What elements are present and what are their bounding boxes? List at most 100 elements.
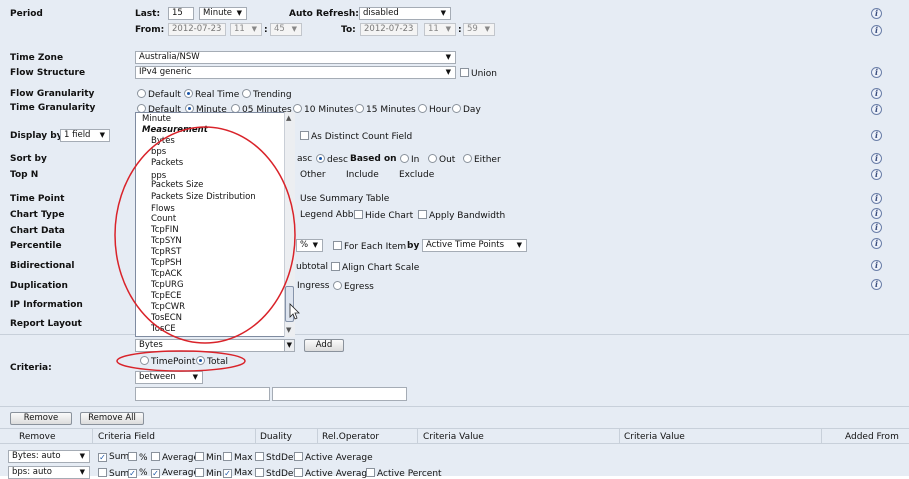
help-icon[interactable]: i: [871, 88, 882, 99]
subtotal-checkbox[interactable]: ubtotal: [296, 262, 328, 272]
based-on-either[interactable]: Either: [463, 154, 501, 165]
criteria-field-dropdown-list[interactable]: Minute Measurement Bytes bps Packets pps…: [135, 112, 295, 337]
criteria-field-select[interactable]: Bytes ▼: [135, 339, 295, 352]
criteria-value-1-input[interactable]: [135, 387, 270, 401]
tg-10-minutes[interactable]: 10 Minutes: [293, 104, 354, 115]
row1-max-checkbox[interactable]: Max: [223, 452, 253, 463]
help-icon[interactable]: i: [871, 25, 882, 36]
dropdown-option[interactable]: TcpSYN: [151, 236, 182, 246]
top-n-exclude[interactable]: Exclude: [399, 170, 434, 180]
help-icon[interactable]: i: [871, 238, 882, 249]
ingress-radio[interactable]: Ingress: [297, 281, 330, 291]
row1-active-average-checkbox[interactable]: Active Average: [294, 452, 373, 463]
time-zone-select[interactable]: Australia/NSW ▼: [135, 51, 456, 64]
row1-min-checkbox[interactable]: Min: [195, 452, 222, 463]
for-each-item-checkbox[interactable]: For Each Item: [333, 241, 406, 252]
tg-hour[interactable]: Hour: [418, 104, 451, 115]
dropdown-option[interactable]: Bytes: [151, 136, 175, 146]
dropdown-option[interactable]: TcpRST: [151, 247, 181, 257]
dropdown-option[interactable]: TosCE: [151, 324, 176, 334]
align-chart-scale-checkbox[interactable]: Align Chart Scale: [331, 262, 419, 273]
from-date-input[interactable]: 2012-07-23: [168, 23, 226, 36]
help-icon[interactable]: i: [871, 208, 882, 219]
sort-asc-radio[interactable]: asc: [297, 154, 312, 164]
row1-sum-checkbox[interactable]: ✓ Sum: [98, 452, 129, 462]
percentile-select[interactable]: % ▼: [296, 239, 323, 252]
display-by-select[interactable]: 1 field ▼: [60, 129, 110, 142]
dropdown-option[interactable]: Minute: [142, 114, 171, 124]
dropdown-option[interactable]: Packets Size: [151, 180, 203, 190]
to-minute-select[interactable]: 59 ▼: [463, 23, 495, 36]
dropdown-option[interactable]: Count: [151, 214, 176, 224]
tg-day[interactable]: Day: [452, 104, 481, 115]
dropdown-option[interactable]: bps: [151, 147, 166, 157]
dropdown-option[interactable]: TcpPSH: [151, 258, 182, 268]
use-summary-table[interactable]: Use Summary Table: [300, 194, 389, 204]
flow-structure-select[interactable]: IPv4 generic ▼: [135, 66, 456, 79]
top-n-other[interactable]: Other: [300, 170, 326, 180]
row1-pct-checkbox[interactable]: %: [128, 452, 148, 463]
auto-refresh-select[interactable]: disabled ▼: [359, 7, 451, 20]
flow-granularity-trending[interactable]: Trending: [242, 89, 292, 100]
row2-average-checkbox[interactable]: ✓ Average: [151, 468, 199, 478]
hide-chart-checkbox[interactable]: Hide Chart: [354, 210, 413, 221]
egress-radio[interactable]: Egress: [333, 281, 374, 292]
to-date-input[interactable]: 2012-07-23: [360, 23, 418, 36]
dropdown-option[interactable]: TcpECE: [151, 291, 182, 301]
based-on-in[interactable]: In: [400, 154, 419, 165]
row2-active-percent-checkbox[interactable]: Active Percent: [366, 468, 442, 479]
help-icon[interactable]: i: [871, 279, 882, 290]
by-select[interactable]: Active Time Points ▼: [422, 239, 527, 252]
apply-bandwidth-checkbox[interactable]: Apply Bandwidth: [418, 210, 505, 221]
help-icon[interactable]: i: [871, 153, 882, 164]
row2-max-checkbox[interactable]: ✓ Max: [223, 468, 253, 478]
remove-button[interactable]: Remove: [10, 412, 72, 425]
help-icon[interactable]: i: [871, 169, 882, 180]
sort-desc-radio[interactable]: desc: [316, 154, 348, 165]
add-button[interactable]: Add: [304, 339, 344, 352]
dropdown-option[interactable]: Flows: [151, 204, 175, 214]
help-icon[interactable]: i: [871, 260, 882, 271]
union-checkbox[interactable]: Union: [460, 68, 497, 79]
last-value-input[interactable]: 15: [168, 7, 194, 20]
tg-15-minutes[interactable]: 15 Minutes: [355, 104, 416, 115]
timepoint-radio[interactable]: TimePoint: [140, 356, 195, 367]
row2-sum-checkbox[interactable]: Sum: [98, 468, 129, 479]
row2-pct-checkbox[interactable]: ✓%: [128, 468, 148, 478]
based-on-out[interactable]: Out: [428, 154, 455, 165]
operator-select[interactable]: between ▼: [135, 371, 203, 384]
dropdown-option[interactable]: TcpURG: [151, 280, 184, 290]
from-minute-select[interactable]: 45 ▼: [270, 23, 302, 36]
row2-min-checkbox[interactable]: Min: [195, 468, 222, 479]
row2-stddev-checkbox[interactable]: StdDev: [255, 468, 299, 479]
row1-average-checkbox[interactable]: Average: [151, 452, 199, 463]
scroll-down-icon[interactable]: ▼: [286, 326, 291, 334]
last-unit-select[interactable]: Minute ▼: [199, 7, 247, 20]
dropdown-option[interactable]: Packets: [151, 158, 183, 168]
flow-granularity-default[interactable]: Default: [137, 89, 181, 100]
row1-stddev-checkbox[interactable]: StdDev: [255, 452, 299, 463]
dropdown-option[interactable]: TosECN: [151, 313, 182, 323]
help-icon[interactable]: i: [871, 8, 882, 19]
distinct-count-checkbox[interactable]: As Distinct Count Field: [300, 131, 412, 142]
dropdown-option[interactable]: TcpFIN: [151, 225, 179, 235]
help-icon[interactable]: i: [871, 193, 882, 204]
dropdown-option[interactable]: TcpACK: [151, 269, 182, 279]
from-hour-select[interactable]: 11 ▼: [230, 23, 262, 36]
help-icon[interactable]: i: [871, 222, 882, 233]
dropdown-option[interactable]: Packets Size Distribution: [151, 192, 256, 202]
flow-granularity-realtime[interactable]: Real Time: [184, 89, 239, 100]
row2-active-average-checkbox[interactable]: Active Average: [294, 468, 373, 479]
top-n-include[interactable]: Include: [346, 170, 379, 180]
scroll-up-icon[interactable]: ▲: [286, 114, 291, 122]
legend-abbr-checkbox[interactable]: Legend Abbr: [300, 210, 357, 220]
to-hour-select[interactable]: 11 ▼: [424, 23, 456, 36]
help-icon[interactable]: i: [871, 130, 882, 141]
criteria-value-2-input[interactable]: [272, 387, 407, 401]
dropdown-option[interactable]: TcpCWR: [151, 302, 185, 312]
help-icon[interactable]: i: [871, 104, 882, 115]
row1-field-select[interactable]: Bytes: auto ▼: [8, 450, 90, 463]
remove-all-button[interactable]: Remove All: [80, 412, 144, 425]
row2-field-select[interactable]: bps: auto ▼: [8, 466, 90, 479]
help-icon[interactable]: i: [871, 67, 882, 78]
